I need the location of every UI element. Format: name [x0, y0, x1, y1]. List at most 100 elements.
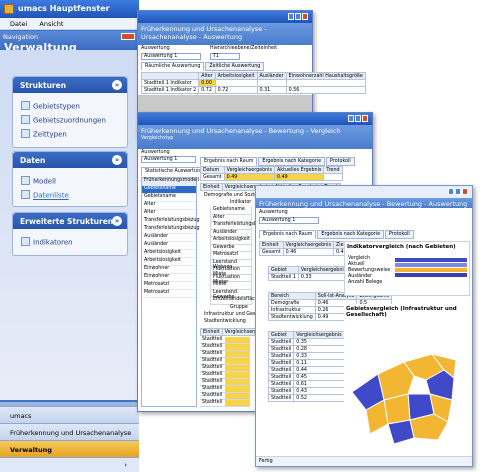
minimize-icon[interactable]	[288, 13, 294, 20]
list-item[interactable]: Miete	[210, 282, 252, 290]
close-icon[interactable]	[362, 115, 368, 122]
tab-ergebnis-raum[interactable]: Ergebnis nach Raum	[200, 157, 258, 166]
list-item[interactable]: Transferleistungsbezug	[142, 226, 200, 234]
tab-protokoll[interactable]: Protokoll	[385, 230, 414, 239]
navigation-header: Navigation Verwaltung	[0, 31, 139, 54]
zeit-select[interactable]: T1	[210, 53, 240, 60]
list-item[interactable]: Leerstand Gewerbe	[210, 289, 252, 300]
list-item[interactable]: Leerstand Wohnen	[210, 259, 252, 270]
list-item[interactable]: Alter	[142, 210, 196, 218]
auswertung-select[interactable]: Auswertung 1	[259, 217, 319, 224]
vergleich-grid: Datum Vergleichsergebnis Aktuelles Ergeb…	[200, 166, 343, 181]
label-hierarchie: Hierarchieebene/Zeiteinheit	[210, 46, 278, 51]
window-titlebar[interactable]	[138, 11, 312, 23]
list-item[interactable]: Gebietsname	[210, 207, 252, 215]
table-row[interactable]: Stadtteil	[200, 365, 250, 372]
list-item[interactable]: Ausländer	[210, 229, 252, 237]
tab-ergebnis-kategorie[interactable]: Ergebnis nach Kategorie	[258, 157, 326, 166]
list-item[interactable]: Metrosatzl	[142, 282, 196, 290]
list-item[interactable]: Transferleistungsbezug	[142, 218, 200, 226]
auswertung-select[interactable]: Auswertung 1	[141, 156, 196, 163]
nav-close-icon[interactable]	[121, 33, 135, 40]
stack-button-verwaltung[interactable]: Verwaltung	[0, 440, 139, 457]
panel-daten-header[interactable]: Daten »	[13, 152, 127, 168]
panel-strukturen-header[interactable]: Strukturen »	[13, 77, 127, 93]
tabs: Ergebnis nach Raum Ergebnis nach Kategori…	[259, 230, 415, 239]
minimize-icon[interactable]	[448, 188, 454, 195]
table-row[interactable]: Stadtteil	[200, 400, 250, 407]
list-item[interactable]: Arbeitslosigkeit	[210, 237, 252, 245]
nav-item-gebietszuordnungen[interactable]: Gebietszuordnungen	[13, 113, 127, 127]
main-titlebar[interactable]: umacs Hauptfenster	[0, 0, 139, 18]
list-item[interactable]: Gewerbe	[210, 244, 252, 252]
tab-ergebnis-kategorie[interactable]: Ergebnis nach Kategorie	[317, 230, 385, 239]
table-row[interactable]: Stadtteil	[200, 344, 250, 351]
table-row[interactable]: Stadtteil	[200, 379, 250, 386]
list-item[interactable]: Einzelhandelsflächen	[210, 297, 264, 305]
maximize-icon[interactable]	[455, 188, 461, 195]
collapse-chevron-icon[interactable]: »	[112, 216, 122, 226]
maximize-icon[interactable]	[355, 115, 361, 122]
table-row[interactable]: Stadtteil 1 Indikator 2 0.72 0.72 0.31 0…	[140, 86, 366, 94]
list-item[interactable]: Ausländer	[142, 242, 196, 250]
label-auswertung: Auswertung	[141, 150, 170, 155]
nav-item-gebietstypen[interactable]: Gebietstypen	[13, 99, 127, 113]
tab-protokoll[interactable]: Protokoll	[326, 157, 355, 166]
nav-item-modell[interactable]: Modell	[13, 174, 127, 188]
chevron-right-icon[interactable]: ›	[124, 461, 127, 469]
document-icon	[21, 101, 30, 110]
list-item[interactable]: Gebietsname	[142, 186, 196, 194]
menu-datei[interactable]: Datei	[10, 20, 27, 28]
nav-item-zeittypen[interactable]: Zeittypen	[13, 127, 127, 141]
tab-raeumlich[interactable]: Räumliche Auswertung	[141, 62, 205, 71]
map-region[interactable]	[387, 419, 415, 445]
row-name: Stadtteil 1 Indikator	[140, 79, 200, 87]
tab-ergebnis-raum[interactable]: Ergebnis nach Raum	[259, 230, 317, 239]
list-item[interactable]: Alter	[210, 214, 252, 222]
stack-more[interactable]: ›	[0, 457, 139, 472]
list-item[interactable]: Arbeitslosigkeit	[142, 250, 196, 258]
list-item[interactable]: Metrosatzl	[142, 290, 196, 298]
nav-item-label: Indikatoren	[33, 238, 73, 247]
table-row[interactable]: Stadtteil 1 Indikator 0.00	[140, 79, 366, 87]
list-item[interactable]: Fluktuation Mieter	[210, 274, 252, 285]
list-item[interactable]: Alter	[142, 202, 196, 210]
table-row[interactable]: Stadtteil	[200, 393, 250, 400]
window-titlebar[interactable]	[138, 113, 372, 125]
tab-zeitlich[interactable]: Zeitliche Auswertung	[205, 62, 265, 71]
maximize-icon[interactable]	[295, 13, 301, 20]
minimize-icon[interactable]	[348, 115, 354, 122]
panel-erweiterte-header[interactable]: Erweiterte Strukturen »	[13, 213, 127, 229]
group-item[interactable]: Stadtentwicklung	[204, 319, 246, 324]
stack-button-umacs[interactable]: umacs	[0, 406, 139, 423]
table-row[interactable]: Stadtteil	[200, 372, 250, 379]
table-row[interactable]: Stadtteil	[200, 358, 250, 365]
stack-button-frueherkennung[interactable]: Früherkennung und Ursachenanalyse	[0, 423, 139, 440]
close-icon[interactable]	[462, 188, 468, 195]
collapse-chevron-icon[interactable]: »	[112, 155, 122, 165]
list-item[interactable]: Transferleistungsbezug	[210, 222, 269, 230]
table-row[interactable]: Stadtteil	[200, 386, 250, 393]
auswertung-select[interactable]: Auswertung 1	[141, 53, 201, 60]
left-tab: Statistische Auswertung	[141, 167, 208, 176]
cell: Stadtteil	[202, 358, 223, 363]
table-row[interactable]: Stadtteil	[200, 337, 250, 344]
list-item[interactable]: Arbeitslosigkeit	[142, 258, 196, 266]
close-icon[interactable]	[302, 13, 308, 20]
list-item[interactable]: Gebietsname	[142, 194, 196, 202]
list-item[interactable]: Einwohner	[142, 266, 196, 274]
menu-ansicht[interactable]: Ansicht	[39, 20, 63, 28]
list-item[interactable]: Metrosatzl	[210, 252, 252, 260]
tab-statistische-auswertung[interactable]: Statistische Auswertung	[141, 167, 208, 176]
cell	[225, 344, 250, 350]
table-row[interactable]: Gesamt 0.49 0.49	[200, 173, 343, 181]
nav-item-indikatoren[interactable]: Indikatoren	[13, 235, 127, 249]
list-item[interactable]: Einwohner	[142, 274, 196, 282]
table-row[interactable]: Stadtteil	[200, 351, 250, 358]
cell: 0.00	[198, 79, 216, 87]
list-item[interactable]: Fluktuation Miete	[210, 267, 252, 277]
collapse-chevron-icon[interactable]: »	[112, 80, 122, 90]
window-titlebar[interactable]	[256, 186, 472, 198]
nav-item-datenliste[interactable]: Datenliste	[13, 188, 127, 202]
list-item[interactable]: Ausländer	[142, 234, 196, 242]
